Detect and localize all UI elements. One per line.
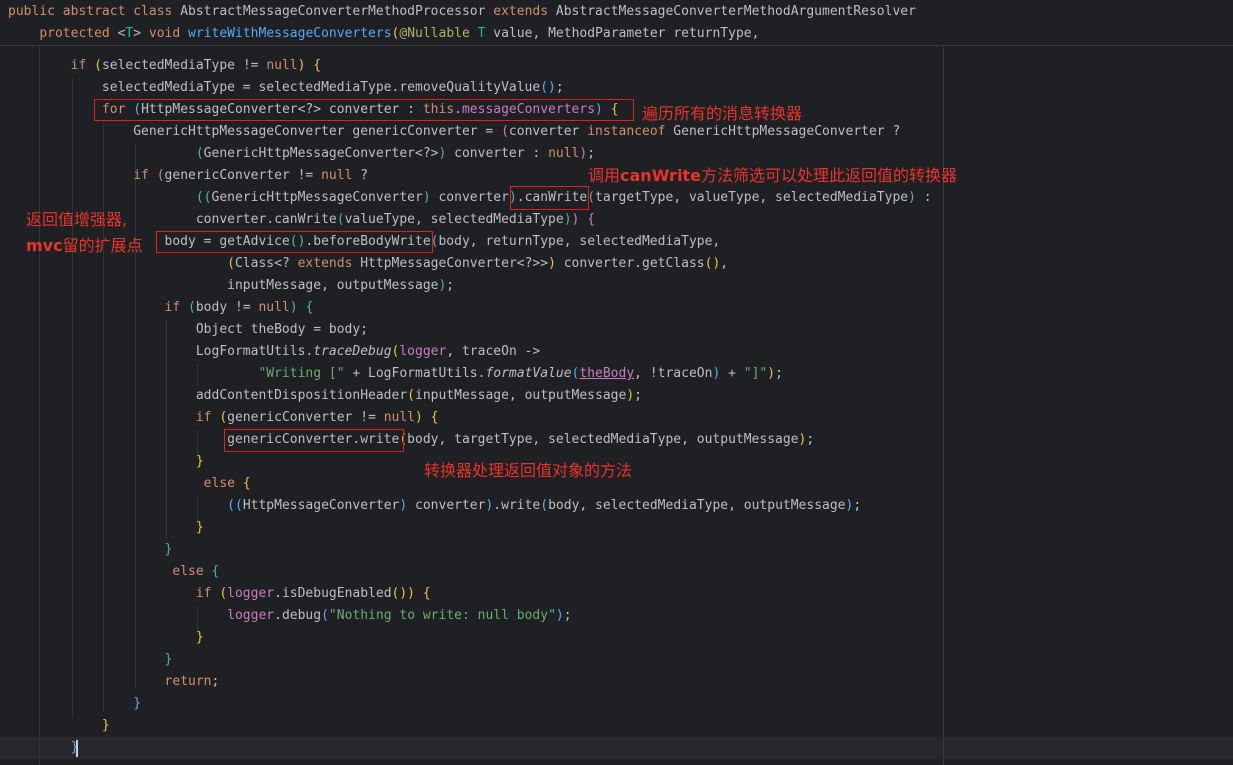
code-line: if (body != null) { (164, 300, 314, 315)
code-line: else { (172, 564, 220, 579)
code-line: (Class<? extends HttpMessageConverter<?>… (227, 256, 729, 271)
code-line: } (195, 520, 204, 535)
right-margin-guide (943, 45, 944, 765)
code-line: (GenericHttpMessageConverter<?>) convert… (195, 146, 596, 161)
code-line: ((HttpMessageConverter) converter).write… (227, 498, 862, 513)
sticky-class-line: public abstract class AbstractMessageCon… (8, 4, 916, 19)
before-body-write-highlight-box (156, 231, 433, 253)
code-line: selectedMediaType = selectedMediaType.re… (8, 80, 564, 95)
loop-annotation: 遍历所有的消息转换器 (642, 104, 803, 123)
canwrite-annotation: 调用canWrite方法筛选可以处理此返回值的转换器 (588, 166, 957, 185)
code-line: } (101, 718, 110, 733)
code-line: if (genericConverter != null ? (133, 168, 369, 183)
code-line: } (164, 542, 173, 557)
code-line: } (164, 652, 173, 667)
code-line: Object theBody = body; (8, 322, 369, 337)
code-line: ((GenericHttpMessageConverter) converter… (195, 190, 932, 205)
current-line-highlight (0, 737, 1233, 759)
sticky-scope-header: public abstract class AbstractMessageCon… (0, 0, 1233, 46)
code-line: LogFormatUtils.traceDebug(logger, traceO… (8, 344, 541, 359)
code-line: addContentDispositionHeader(inputMessage… (8, 388, 642, 403)
code-line: else { (203, 476, 251, 491)
text-caret (76, 740, 78, 757)
code-line: } (195, 630, 204, 645)
write-annotation: 转换器处理返回值对象的方法 (424, 461, 633, 480)
code-line: GenericHttpMessageConverter genericConve… (8, 124, 901, 139)
code-editor[interactable]: public abstract class AbstractMessageCon… (0, 0, 1233, 765)
advice-annotation-line1: 返回值增强器, (26, 210, 128, 229)
code-line: genericConverter.write(body, targetType,… (8, 432, 815, 447)
for-loop-highlight-box (94, 99, 634, 121)
code-line: return; (164, 674, 220, 689)
code-line: } (195, 454, 204, 469)
code-line: } (133, 696, 142, 711)
sticky-method-line: protected <T> void writeWithMessageConve… (39, 26, 760, 41)
canwrite-highlight-box (510, 186, 589, 210)
code-line: } (70, 740, 79, 755)
code-line: if (genericConverter != null) { (195, 410, 439, 425)
code-line: inputMessage, outputMessage); (8, 278, 455, 293)
code-line: if (logger.isDebugEnabled()) { (195, 586, 431, 601)
generic-write-highlight-box (224, 429, 404, 452)
advice-annotation-line2: mvc留的扩展点 (26, 236, 143, 255)
code-line: if (selectedMediaType != null) { (70, 58, 322, 73)
code-line: "Writing [" + LogFormatUtils.formatValue… (258, 366, 783, 381)
code-line: logger.debug("Nothing to write: null bod… (227, 608, 572, 623)
